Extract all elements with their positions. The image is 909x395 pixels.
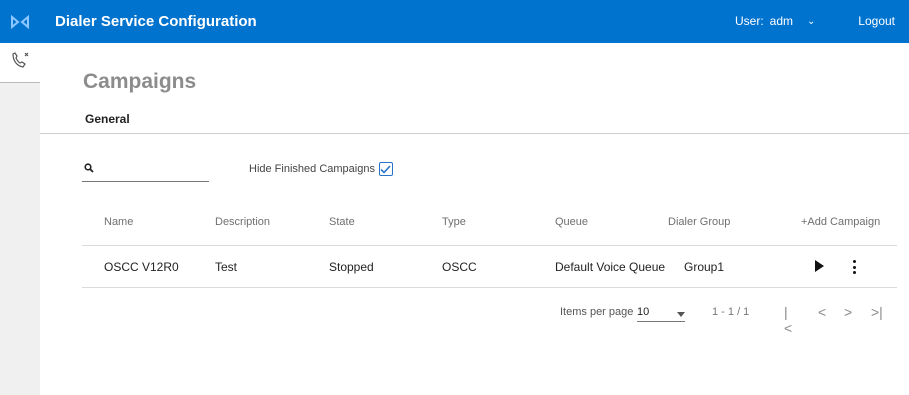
hide-finished-toggle[interactable]: Hide Finished Campaigns xyxy=(249,162,393,176)
first-page-icon[interactable]: |< xyxy=(784,304,792,336)
cell-name: OSCC V12R0 xyxy=(104,260,179,274)
user-label: User: xyxy=(735,14,764,28)
phone-user-icon xyxy=(10,51,30,74)
hide-finished-checkbox[interactable] xyxy=(378,162,393,176)
cell-state: Stopped xyxy=(329,260,374,274)
play-icon[interactable] xyxy=(815,260,824,272)
table-header: Name Description State Type Queue Dialer… xyxy=(82,210,897,246)
pagination-range: 1 - 1 / 1 xyxy=(712,306,750,318)
previous-page-icon[interactable]: < xyxy=(818,304,826,320)
sidebar xyxy=(0,43,40,395)
chevron-down-icon[interactable]: ⌄ xyxy=(807,16,815,27)
last-page-icon[interactable]: >| xyxy=(871,304,883,320)
items-per-page-value: 10 xyxy=(637,306,650,318)
tab-general[interactable]: General xyxy=(85,112,130,126)
logout-button[interactable]: Logout xyxy=(858,14,895,28)
items-per-page-label: Items per page xyxy=(560,306,634,318)
brand-logo-icon xyxy=(0,0,40,43)
column-header-type[interactable]: Type xyxy=(442,216,466,228)
dropdown-arrow-icon xyxy=(677,312,685,317)
sidebar-item-campaigns[interactable] xyxy=(0,43,40,83)
top-bar: Dialer Service Configuration User: adm ⌄… xyxy=(0,0,909,43)
add-campaign-button[interactable]: +Add Campaign xyxy=(801,216,880,228)
column-header-dialer-group[interactable]: Dialer Group xyxy=(668,216,730,228)
tab-divider xyxy=(40,133,909,134)
column-header-queue[interactable]: Queue xyxy=(555,216,588,228)
checkmark-icon xyxy=(380,164,392,174)
column-header-state[interactable]: State xyxy=(329,216,355,228)
user-name: adm xyxy=(769,14,794,28)
more-vertical-icon[interactable] xyxy=(852,260,856,274)
cell-description: Test xyxy=(215,260,238,274)
cell-queue: Default Voice Queue xyxy=(555,260,666,274)
cell-dialer-group: Group1 xyxy=(684,260,725,274)
user-menu[interactable]: User: adm ⌄ xyxy=(735,14,815,28)
app-title: Dialer Service Configuration xyxy=(55,13,257,30)
hide-finished-label: Hide Finished Campaigns xyxy=(249,163,375,175)
next-page-icon[interactable]: > xyxy=(844,304,852,320)
cell-type: OSCC xyxy=(442,260,477,274)
search-icon xyxy=(84,160,94,178)
column-header-description[interactable]: Description xyxy=(215,216,270,228)
page-title: Campaigns xyxy=(83,70,197,93)
search-field[interactable] xyxy=(82,156,209,182)
column-header-name[interactable]: Name xyxy=(104,216,133,228)
items-per-page-select[interactable]: 10 xyxy=(637,306,685,322)
table-row[interactable]: OSCC V12R0 Test Stopped OSCC Default Voi… xyxy=(82,246,897,288)
